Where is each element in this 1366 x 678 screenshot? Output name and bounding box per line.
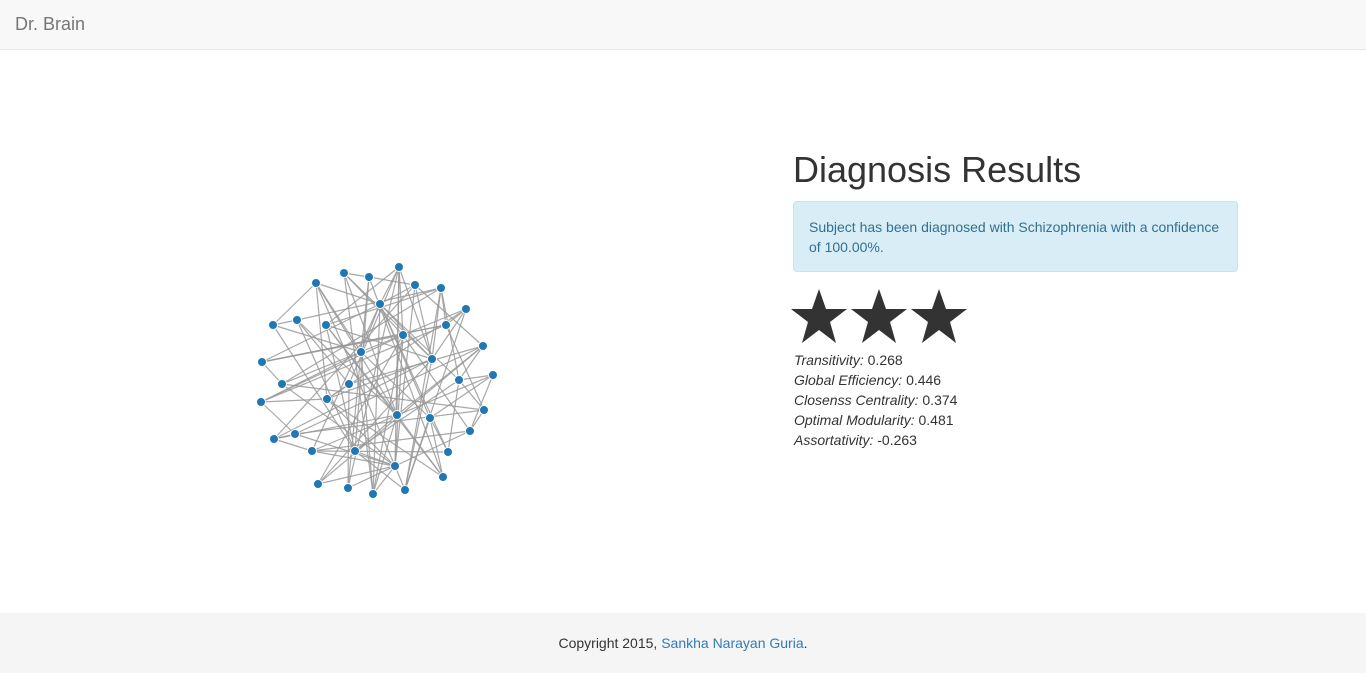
graph-node[interactable] [454,375,464,385]
metrics-list: Transitivity: 0.268 Global Efficiency: 0… [794,350,957,450]
network-graph-area [0,0,1366,673]
graph-node[interactable] [478,341,488,351]
graph-node[interactable] [268,320,278,330]
graph-node[interactable] [392,410,402,420]
star-icon [789,288,849,344]
rating-stars [789,288,969,344]
graph-node[interactable] [307,446,317,456]
graph-node[interactable] [368,489,378,499]
graph-node[interactable] [465,426,475,436]
graph-edge [260,401,296,435]
graph-node[interactable] [398,330,408,340]
diagnosis-alert: Subject has been diagnosed with Schizoph… [793,201,1238,272]
graph-node[interactable] [488,370,498,380]
graph-node[interactable] [364,272,374,282]
graph-node[interactable] [321,320,331,330]
graph-node[interactable] [322,394,332,404]
graph-edge [273,438,313,452]
graph-edge [447,379,460,453]
graph-node[interactable] [479,405,489,415]
graph-node[interactable] [292,315,302,325]
graph-edge [445,324,485,411]
metric-closeness-centrality: Closenss Centrality: 0.374 [794,392,958,408]
metric-optimal-modularity: Optimal Modularity: 0.481 [794,412,954,428]
page-title: Diagnosis Results [793,149,1082,190]
brain-network-graph[interactable] [0,0,1366,673]
graph-node[interactable] [269,434,279,444]
graph-node[interactable] [461,304,471,314]
graph-node[interactable] [427,354,437,364]
graph-edge [260,334,404,403]
metric-assortativity: Assortativity: -0.263 [794,432,917,448]
graph-node[interactable] [400,485,410,495]
metric-global-efficiency: Global Efficiency: 0.446 [794,372,942,388]
graph-node[interactable] [394,262,404,272]
graph-node[interactable] [311,278,321,288]
metric-transitivity: Transitivity: 0.268 [794,352,903,368]
graph-node[interactable] [436,283,446,293]
graph-edge [379,303,460,381]
graph-node[interactable] [344,379,354,389]
author-link[interactable]: Sankha Narayan Guria [661,635,803,651]
graph-node[interactable] [339,268,349,278]
graph-node[interactable] [390,461,400,471]
graph-node[interactable] [438,472,448,482]
footer: Copyright 2015, Sankha Narayan Guria. [0,613,1366,673]
graph-node[interactable] [343,483,353,493]
graph-node[interactable] [441,320,451,330]
graph-node[interactable] [277,379,287,389]
graph-node[interactable] [257,357,267,367]
graph-node[interactable] [375,299,385,309]
graph-node[interactable] [410,280,420,290]
star-icon [849,288,909,344]
graph-node[interactable] [356,347,366,357]
graph-edge [372,414,398,495]
graph-node[interactable] [425,413,435,423]
graph-node[interactable] [256,397,266,407]
graph-edge [260,398,328,403]
graph-node[interactable] [350,446,360,456]
star-icon [909,288,969,344]
footer-period: . [803,635,808,651]
footer-copyright: Copyright 2015, [558,635,662,651]
diagnosis-results: Diagnosis Results Subject has been diagn… [791,149,1238,448]
graph-node[interactable] [290,429,300,439]
graph-node[interactable] [313,479,323,489]
graph-node[interactable] [443,447,453,457]
